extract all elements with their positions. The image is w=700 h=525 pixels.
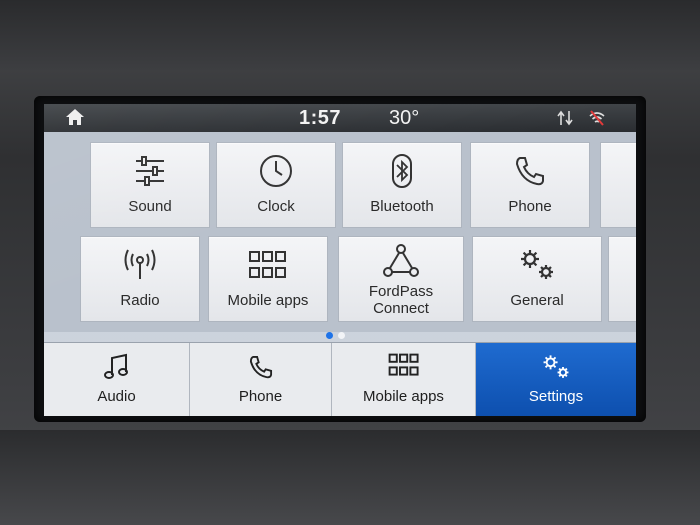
nav-label: Audio xyxy=(97,388,136,405)
app-grid-icon xyxy=(332,353,475,381)
tile-general[interactable]: General xyxy=(472,236,602,322)
nav-label: Settings xyxy=(528,388,584,405)
signal-transfer-icon xyxy=(556,109,574,127)
tile-next-page-peek[interactable] xyxy=(608,236,636,322)
radio-antenna-icon xyxy=(81,245,199,285)
tile-mobile-apps[interactable]: Mobile apps xyxy=(208,236,328,322)
clock-icon xyxy=(217,151,335,191)
nav-phone[interactable]: Phone xyxy=(190,343,332,416)
dashboard-top-trim xyxy=(0,0,700,70)
tile-fordpass-connect[interactable]: FordPass Connect xyxy=(338,236,464,322)
page-dot[interactable] xyxy=(338,332,345,339)
home-icon[interactable] xyxy=(64,108,86,128)
phone-icon xyxy=(190,353,331,381)
dashboard-bottom-trim xyxy=(0,430,700,525)
tile-label: FordPass Connect xyxy=(339,283,463,317)
tile-radio[interactable]: Radio xyxy=(80,236,200,322)
tile-label: Sound xyxy=(128,198,172,215)
nav-audio[interactable]: Audio xyxy=(44,343,190,416)
tile-label-line1: FordPass xyxy=(368,283,434,300)
settings-tile-grid: Sound Clock Bluetooth Phone Radio Mobile… xyxy=(44,132,636,332)
nav-mobile-apps[interactable]: Mobile apps xyxy=(332,343,476,416)
tile-label: Clock xyxy=(257,198,295,215)
phone-icon xyxy=(471,151,589,191)
infotainment-screen: 1:57 30° Sound Clock Bluetooth Phone Rad… xyxy=(44,104,636,416)
tile-sound[interactable]: Sound xyxy=(90,142,210,228)
tile-label-line2: Connect xyxy=(373,300,429,317)
tile-phone[interactable]: Phone xyxy=(470,142,590,228)
app-grid-icon xyxy=(209,245,327,285)
tile-label: Bluetooth xyxy=(370,198,434,215)
network-icon xyxy=(339,241,463,281)
tile-label: Radio xyxy=(120,292,160,309)
tile-label: General xyxy=(510,292,564,309)
status-bar: 1:57 30° xyxy=(44,104,636,132)
clock-time: 1:57 xyxy=(299,107,342,129)
tile-label: Mobile apps xyxy=(227,292,309,309)
nav-label: Mobile apps xyxy=(363,388,444,405)
sliders-icon xyxy=(91,151,209,191)
wifi-off-icon xyxy=(588,109,606,127)
tile-label: Phone xyxy=(508,198,552,215)
bottom-navigation: Audio Phone Mobile apps Settings xyxy=(44,342,636,416)
tile-next-page-peek[interactable] xyxy=(600,142,636,228)
page-indicator xyxy=(322,332,362,340)
nav-label: Phone xyxy=(238,388,283,405)
tile-clock[interactable]: Clock xyxy=(216,142,336,228)
status-icons xyxy=(556,109,606,127)
gears-icon xyxy=(476,353,636,381)
outside-temperature: 30° xyxy=(389,107,420,129)
nav-settings[interactable]: Settings xyxy=(476,343,636,416)
gears-icon xyxy=(473,245,601,285)
music-note-icon xyxy=(44,353,189,381)
bluetooth-icon xyxy=(343,151,461,191)
tile-bluetooth[interactable]: Bluetooth xyxy=(342,142,462,228)
page-dot-active[interactable] xyxy=(326,332,333,339)
